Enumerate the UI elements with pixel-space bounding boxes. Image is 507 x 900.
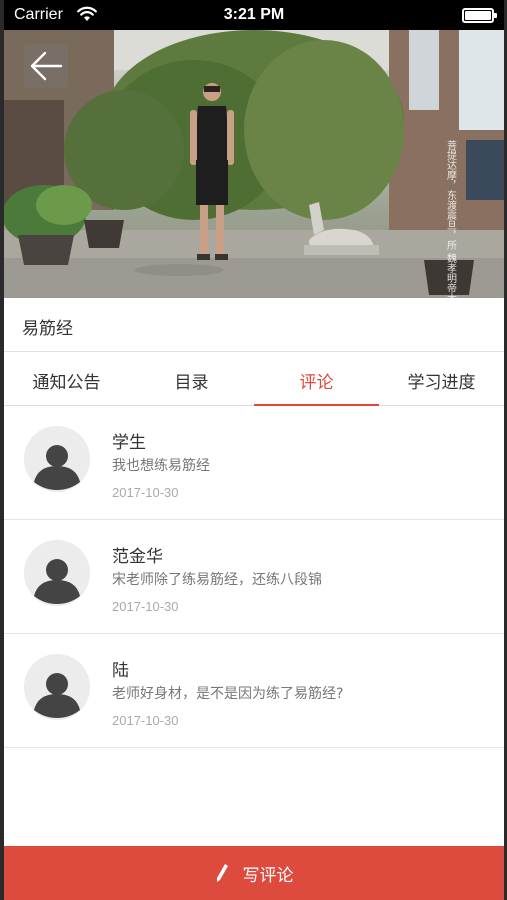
comment-item[interactable]: 陆 老师好身材，是不是因为练了易筋经? 2017-10-30 — [4, 634, 504, 748]
comment-author: 学生 — [112, 433, 146, 453]
user-avatar-icon — [24, 426, 90, 492]
comment-date: 2017-10-30 — [112, 599, 179, 614]
comment-item[interactable]: 学生 我也想练易筋经 2017-10-30 — [4, 406, 504, 520]
tab-progress[interactable]: 学习进度 — [379, 352, 504, 405]
tab-comments[interactable]: 评论 — [254, 352, 379, 406]
user-avatar-icon — [24, 654, 90, 720]
user-avatar-icon — [24, 540, 90, 606]
write-comment-label: 写评论 — [242, 865, 294, 886]
comment-text: 我也想练易筋经 — [112, 458, 210, 474]
pencil-icon — [215, 863, 229, 883]
comment-author: 陆 — [112, 661, 129, 681]
avatar — [24, 540, 90, 606]
comment-text: 老师好身材，是不是因为练了易筋经? — [112, 686, 344, 702]
avatar — [24, 426, 90, 492]
svg-text:菩提达摩，东渡震旦，所 魏孝明帝太和年间，面壁 于少林寺，留: 菩提达摩，东渡震旦，所 魏孝明帝太和年间，面壁 于少林寺，留藏经二篇 曰《洗髓经… — [445, 140, 457, 298]
back-arrow-icon — [30, 51, 63, 81]
video-player[interactable]: 菩提达摩，东渡震旦，所 魏孝明帝太和年间，面壁 于少林寺，留藏经二篇 曰《洗髓经… — [4, 30, 504, 298]
comment-text: 宋老师除了练易筋经，还练八段锦 — [112, 572, 322, 588]
tab-bar: 通知公告 目录 评论 学习进度 — [4, 352, 504, 406]
comment-item[interactable]: 范金华 宋老师除了练易筋经，还练八段锦 2017-10-30 — [4, 520, 504, 634]
comment-list: 学生 我也想练易筋经 2017-10-30 范金华 宋老师除了练易筋经，还练八段… — [4, 406, 504, 748]
avatar — [24, 654, 90, 720]
comment-date: 2017-10-30 — [112, 485, 179, 500]
app-frame: Carrier 3:21 PM 易筋经 通知公告 目录 评论 学习进度 学生 我… — [0, 0, 507, 900]
video-caption: 菩提达摩，东渡震旦，所 魏孝明帝太和年间，面壁 于少林寺，留藏经二篇 曰《洗髓经… — [445, 140, 457, 298]
courtyard-scene-image: 菩提达摩，东渡震旦，所 魏孝明帝太和年间，面壁 于少林寺，留藏经二篇 曰《洗髓经… — [4, 30, 504, 298]
status-time: 3:21 PM — [223, 6, 285, 23]
tab-notices[interactable]: 通知公告 — [4, 352, 129, 405]
status-bar: Carrier 3:21 PM — [4, 0, 504, 30]
course-title: 易筋经 — [4, 298, 504, 352]
back-button[interactable] — [24, 44, 68, 88]
tab-catalog[interactable]: 目录 — [129, 352, 254, 405]
battery-icon — [462, 8, 497, 23]
comment-author: 范金华 — [112, 547, 163, 567]
comment-date: 2017-10-30 — [112, 713, 179, 728]
write-comment-button[interactable]: 写评论 — [4, 846, 504, 900]
